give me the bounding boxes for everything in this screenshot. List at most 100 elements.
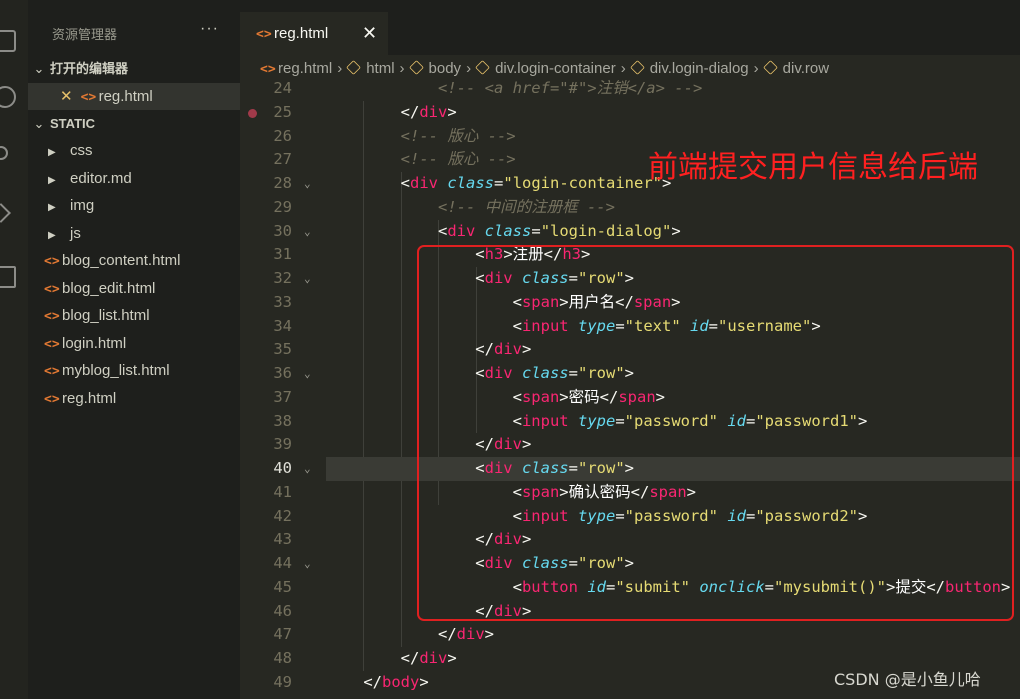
code-line[interactable]: 47 </div> — [240, 623, 1020, 647]
extensions-icon[interactable] — [0, 266, 16, 288]
line-number: 44 — [273, 554, 292, 572]
chevron-right-icon: ▶ — [48, 147, 56, 158]
chevron-right-icon: ▶ — [48, 175, 56, 186]
code-token: = — [494, 174, 504, 192]
html-file-icon: <> — [44, 309, 60, 324]
search-icon[interactable] — [0, 86, 16, 108]
line-number: 30 — [273, 221, 292, 240]
fold-chevron-icon[interactable]: ⌄ — [304, 457, 311, 481]
html-file-icon: <> — [44, 392, 60, 407]
code-text: <!-- 版心 --> — [326, 148, 516, 172]
file-label: blog_content.html — [62, 252, 181, 269]
file-item[interactable]: <> blog_edit.html — [44, 276, 155, 302]
run-debug-icon[interactable] — [0, 203, 11, 223]
code-token: <!-- 版心 --> — [326, 150, 516, 169]
code-text: <!-- 版心 --> — [326, 125, 516, 149]
static-folder-section[interactable]: ⌄ STATIC — [28, 111, 95, 137]
chevron-down-icon: ⌄ — [33, 61, 45, 76]
chevron-down-icon: ⌄ — [33, 116, 45, 131]
open-editors-section[interactable]: ⌄ 打开的编辑器 — [28, 56, 128, 82]
code-text: <!-- 中间的注册框 --> — [326, 196, 615, 220]
fold-chevron-icon[interactable]: ⌄ — [304, 220, 311, 244]
html-file-icon: <> — [44, 254, 60, 269]
open-editor-label: reg.html — [98, 88, 153, 105]
folder-editor-md[interactable]: ▶ editor.md — [48, 166, 132, 192]
line-number: 43 — [273, 530, 292, 549]
annotation-text: 前端提交用户信息给后端 — [648, 150, 978, 185]
source-control-icon[interactable] — [0, 146, 8, 160]
code-line[interactable]: 30 ⌄ <div class="login-dialog"> — [240, 220, 1020, 244]
line-number: 33 — [273, 292, 292, 311]
fold-chevron-icon[interactable]: ⌄ — [304, 172, 311, 196]
line-number: 40 — [273, 459, 292, 477]
breakpoint-dot-icon[interactable] — [248, 108, 257, 118]
symbol-icon — [629, 60, 645, 75]
code-token: </ — [326, 102, 420, 121]
folder-css[interactable]: ▶ css — [48, 138, 93, 164]
open-editors-label: 打开的编辑器 — [50, 61, 129, 76]
line-number: 46 — [273, 601, 292, 620]
code-token: > — [419, 672, 429, 691]
files-icon[interactable] — [0, 30, 16, 52]
line-number: 41 — [273, 482, 292, 501]
symbol-icon — [408, 60, 424, 75]
code-token: > — [447, 102, 457, 121]
html-file-icon: <> — [44, 364, 60, 379]
code-token: "login-dialog" — [540, 221, 672, 240]
symbol-icon — [762, 60, 778, 75]
line-number: 49 — [273, 672, 292, 691]
html-file-icon: <> — [44, 282, 60, 297]
file-item[interactable]: <> blog_list.html — [44, 303, 150, 329]
folder-label: img — [70, 197, 95, 214]
line-number: 34 — [273, 316, 292, 335]
fold-chevron-icon[interactable]: ⌄ — [304, 362, 311, 386]
symbol-icon — [346, 60, 362, 75]
fold-chevron-icon[interactable]: ⌄ — [304, 552, 311, 576]
line-number: 31 — [273, 245, 292, 264]
tab-reg-html[interactable]: <> reg.html ✕ — [240, 12, 388, 55]
code-token: body — [382, 672, 420, 691]
line-number: 28 — [273, 174, 292, 192]
file-item[interactable]: <> myblog_list.html — [44, 358, 170, 384]
file-item[interactable]: <> reg.html — [44, 386, 116, 412]
line-number: 42 — [273, 506, 292, 525]
code-text: </div> — [326, 647, 457, 671]
folder-js[interactable]: ▶ js — [48, 221, 81, 247]
code-token: > — [484, 625, 494, 644]
static-folder-label: STATIC — [50, 116, 96, 131]
annotation-highlight-box — [417, 245, 1014, 621]
code-token: = — [531, 221, 541, 240]
code-token: div — [447, 221, 476, 240]
folder-img[interactable]: ▶ img — [48, 193, 94, 219]
close-icon[interactable]: ✕ — [362, 12, 377, 55]
code-line[interactable]: 29 <!-- 中间的注册框 --> — [240, 196, 1020, 220]
chevron-right-icon: ▶ — [48, 230, 56, 241]
explorer-sidebar: 资源管理器 ··· ⌄ 打开的编辑器 ✕ <> reg.html ⌄ STATIC ▶ c… — [28, 0, 240, 699]
code-token: div — [419, 102, 448, 121]
code-token: div — [456, 625, 485, 644]
fold-chevron-icon[interactable]: ⌄ — [304, 267, 311, 291]
code-line[interactable]: 25 </div> — [240, 101, 1020, 125]
code-line[interactable]: 24 <!-- <a href="#">注销</a> --> — [240, 78, 1020, 101]
explorer-title: 资源管理器 — [52, 27, 118, 42]
line-number: 45 — [273, 577, 292, 596]
line-number: 32 — [273, 269, 292, 287]
open-editor-item[interactable]: ✕ <> reg.html — [60, 84, 153, 110]
code-token: <!-- <a href="#">注销</a> --> — [326, 79, 703, 97]
html-file-icon: <> — [80, 90, 97, 105]
file-label: blog_edit.html — [62, 280, 156, 297]
html-file-icon: <> — [44, 337, 60, 352]
line-number: 47 — [273, 625, 292, 644]
line-number: 38 — [273, 411, 292, 430]
symbol-icon — [475, 60, 490, 75]
code-token: </ — [326, 625, 457, 644]
code-text: <!-- <a href="#">注销</a> --> — [326, 78, 702, 101]
chevron-right-icon: ▶ — [48, 202, 56, 213]
file-item[interactable]: <> blog_content.html — [44, 248, 180, 274]
file-item[interactable]: <> login.html — [44, 331, 126, 357]
more-actions-icon[interactable]: ··· — [200, 20, 219, 38]
close-icon[interactable]: ✕ — [60, 88, 73, 105]
line-number: 24 — [273, 79, 292, 97]
